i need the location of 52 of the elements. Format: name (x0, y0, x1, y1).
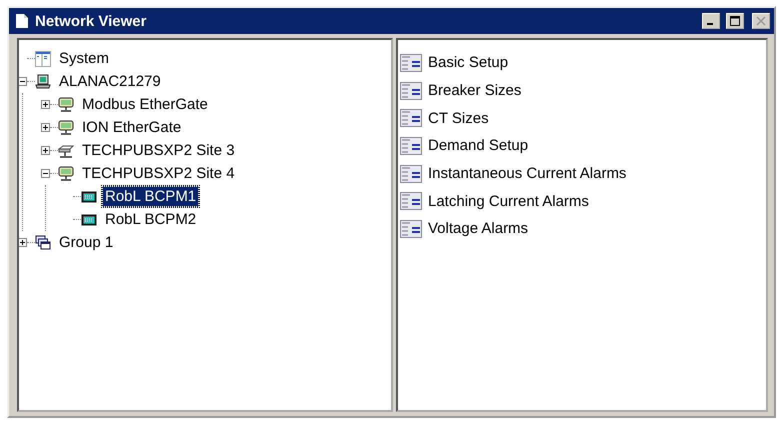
tree-item[interactable]: System (56, 48, 112, 69)
gateway-icon (58, 166, 74, 182)
form-icon (400, 136, 422, 155)
plus-icon (42, 124, 49, 131)
tree-item[interactable]: TECHPUBSXP2 Site 4 (79, 163, 238, 184)
document-icon (15, 13, 29, 29)
form-icon (400, 109, 422, 128)
minimize-button[interactable] (702, 13, 720, 29)
tree-item[interactable]: Modbus EtherGate (79, 94, 211, 115)
tree-item[interactable]: ALANAC21279 (56, 71, 164, 92)
list-item[interactable]: Instantaneous Current Alarms (425, 163, 630, 184)
computer-icon (35, 74, 51, 90)
maximize-icon (730, 16, 740, 26)
tree-item[interactable]: RobL BCPM2 (102, 209, 200, 230)
tree-view-icon (35, 50, 51, 66)
list-item[interactable]: Demand Setup (425, 135, 532, 156)
close-icon (756, 16, 766, 26)
form-icon (400, 54, 422, 72)
gateway-icon (58, 96, 74, 112)
form-icon (400, 82, 422, 100)
minimize-icon (706, 23, 712, 25)
gateway-icon (58, 120, 74, 136)
plus-icon (42, 147, 49, 154)
form-icon (400, 220, 422, 238)
list-item[interactable]: Voltage Alarms (425, 218, 532, 240)
window-title: Network Viewer (35, 12, 148, 30)
tree-item[interactable]: Group 1 (56, 232, 116, 253)
list-item[interactable]: CT Sizes (425, 108, 492, 129)
close-button[interactable] (752, 13, 770, 29)
minus-icon (19, 78, 26, 85)
form-icon (400, 192, 422, 210)
minus-icon (42, 170, 49, 177)
list-item[interactable]: Latching Current Alarms (425, 190, 592, 212)
plus-icon (19, 239, 26, 246)
meter-icon (81, 212, 97, 228)
meter-icon (81, 188, 97, 204)
hub-icon (58, 142, 74, 158)
form-icon (400, 164, 422, 183)
collapse-button[interactable] (19, 77, 27, 86)
tree-item[interactable]: ION EtherGate (79, 117, 184, 138)
tree-item[interactable]: RobL BCPM1 (102, 186, 200, 207)
expand-button[interactable] (41, 100, 50, 109)
list-item[interactable]: Breaker Sizes (425, 80, 524, 102)
tree-item[interactable]: TECHPUBSXP2 Site 3 (79, 140, 238, 161)
collapse-button[interactable] (41, 169, 50, 178)
group-icon (35, 234, 51, 250)
list-item[interactable]: Basic Setup (425, 52, 512, 74)
expand-button[interactable] (41, 123, 50, 132)
expand-button[interactable] (41, 146, 50, 155)
maximize-button[interactable] (726, 13, 744, 29)
expand-button[interactable] (19, 238, 27, 247)
plus-icon (42, 101, 49, 108)
